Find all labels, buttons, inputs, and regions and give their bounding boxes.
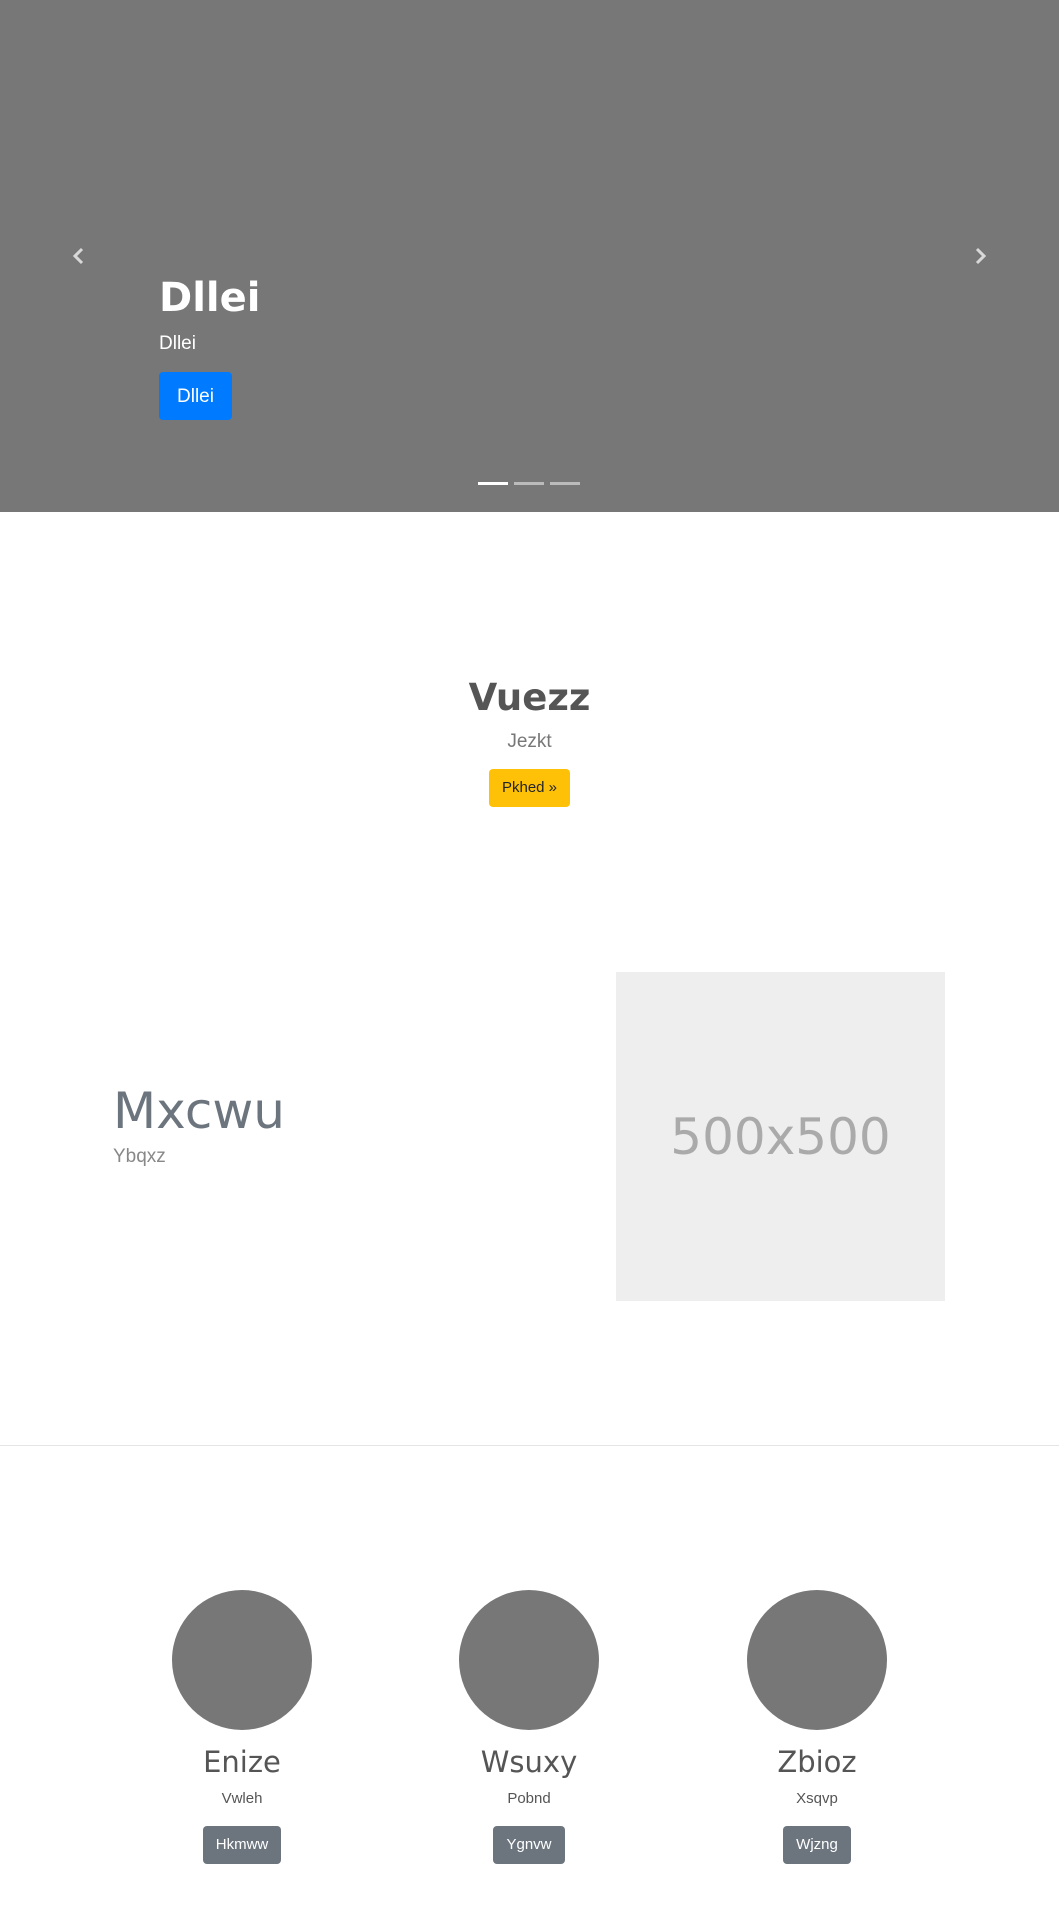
carousel-caption: Dllei Dllei Dllei xyxy=(159,270,260,420)
column-1-avatar xyxy=(172,1590,312,1730)
carousel-indicators xyxy=(478,482,580,485)
chevron-left-icon xyxy=(72,247,84,265)
column-2-avatar xyxy=(459,1590,599,1730)
column-3-text: Xsqvp xyxy=(796,1790,838,1807)
column-1: Enize Vwleh Hkmww xyxy=(98,1590,386,1864)
intro-section: Vuezz Jezkt Pkhed » xyxy=(0,670,1059,807)
column-3-avatar xyxy=(747,1590,887,1730)
column-1-text: Vwleh xyxy=(221,1790,263,1807)
carousel-cta-button[interactable]: Dllei xyxy=(159,372,232,420)
placeholder-label: 500x500 xyxy=(670,1107,891,1166)
carousel-next-button[interactable] xyxy=(950,226,1010,286)
carousel-indicator-1[interactable] xyxy=(478,482,508,485)
column-3-title: Zbioz xyxy=(777,1745,857,1779)
carousel-title: Dllei xyxy=(159,275,261,321)
feature-image-placeholder: 500x500 xyxy=(616,972,945,1301)
carousel-indicator-2[interactable] xyxy=(514,482,544,485)
column-2-button[interactable]: Ygnvw xyxy=(493,1826,565,1864)
column-2: Wsuxy Pobnd Ygnvw xyxy=(385,1590,673,1864)
section-divider xyxy=(0,1445,1059,1446)
column-3: Zbioz Xsqvp Wjzng xyxy=(673,1590,961,1864)
feature-title: Mxcwu xyxy=(113,1082,285,1140)
chevron-right-icon xyxy=(975,247,987,265)
carousel-prev-button[interactable] xyxy=(49,226,109,286)
column-2-title: Wsuxy xyxy=(480,1745,578,1779)
column-2-text: Pobnd xyxy=(507,1790,551,1807)
column-1-title: Enize xyxy=(203,1745,281,1779)
carousel-indicator-3[interactable] xyxy=(550,482,580,485)
column-1-button[interactable]: Hkmww xyxy=(202,1826,282,1864)
carousel-text: Dllei xyxy=(159,333,196,354)
intro-button[interactable]: Pkhed » xyxy=(488,769,571,807)
intro-title: Vuezz xyxy=(468,676,591,719)
feature-text: Mxcwu Ybqxz xyxy=(113,1078,285,1170)
feature-subtitle: Ybqxz xyxy=(113,1146,166,1167)
hero-carousel: Dllei Dllei Dllei xyxy=(0,0,1059,512)
intro-text: Jezkt xyxy=(507,731,552,752)
column-3-button[interactable]: Wjzng xyxy=(783,1826,851,1864)
